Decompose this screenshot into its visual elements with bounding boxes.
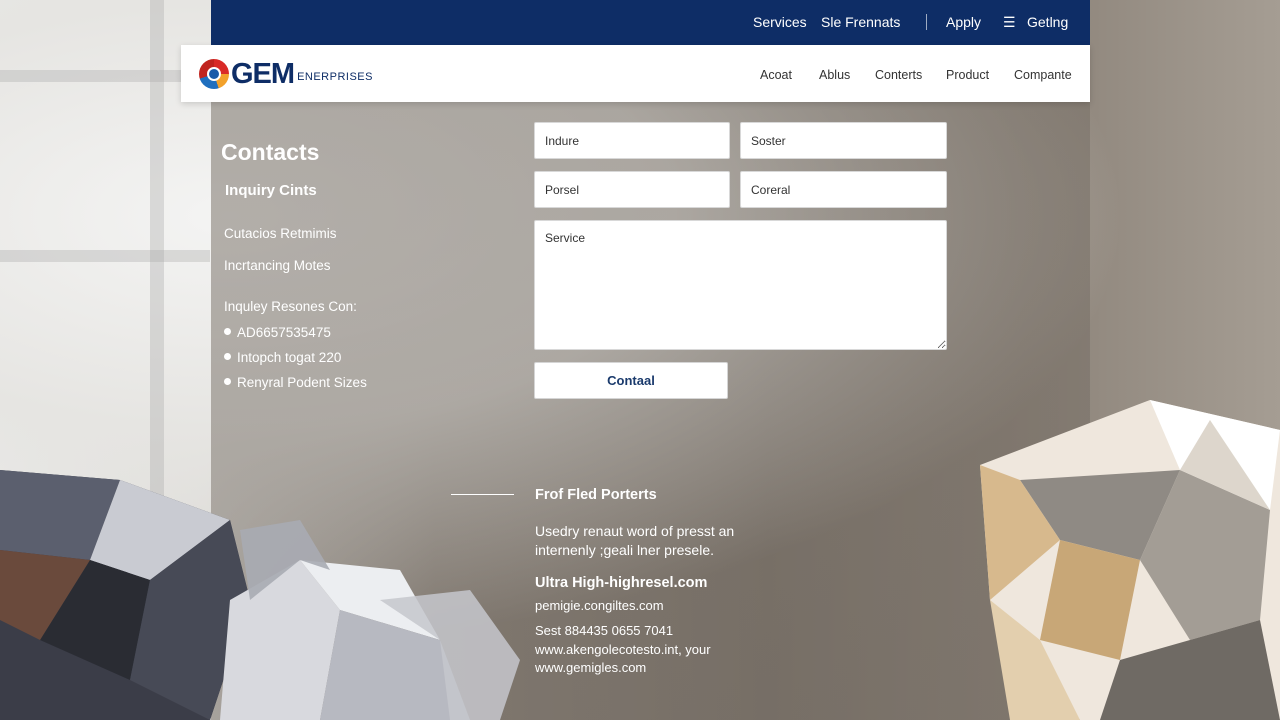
- footer-title: Frof Fled Porterts: [535, 487, 657, 503]
- hamburger-icon[interactable]: ☰: [1003, 14, 1016, 31]
- main-navbar: GEM ENERPRISES Acoat Ablus Conterts Prod…: [181, 45, 1090, 102]
- topbar-divider: [926, 14, 927, 30]
- nav-link-conterts[interactable]: Conterts: [875, 68, 922, 82]
- footer-link[interactable]: www.gemigles.com: [535, 660, 646, 675]
- logo-subtitle: ENERPRISES: [297, 70, 373, 83]
- crystal-facet: [0, 550, 90, 640]
- list-item-text: AD6657535475: [237, 325, 331, 340]
- footer-description: Usedry renaut word of presst an internen…: [535, 523, 735, 558]
- topbar-link-services[interactable]: Services: [753, 14, 807, 30]
- logo-wordmark: GEM: [231, 57, 295, 90]
- window-mullion: [0, 70, 210, 82]
- list-item: Intopch togat 220: [224, 350, 341, 365]
- sidebar-subtitle: Inquiry Cints: [225, 182, 317, 199]
- sidebar-list-heading: Inquley Resones Con:: [224, 299, 357, 314]
- inquiry-general-field[interactable]: [740, 171, 947, 208]
- list-item-text: Intopch togat 220: [237, 350, 342, 365]
- company-logo[interactable]: GEM ENERPRISES: [199, 54, 373, 94]
- bullet-dot-icon: [224, 352, 231, 360]
- inquiry-name-field[interactable]: [534, 122, 730, 159]
- footer-phone: Sest 884435 0655 7041: [535, 623, 674, 638]
- sidebar-item[interactable]: Cutacios Retmimis: [224, 226, 337, 241]
- crystal-facet: [40, 560, 150, 680]
- crystal-facet: [1150, 400, 1280, 510]
- list-item-text: Renyral Podent Sizes: [237, 375, 367, 390]
- crystal-facet: [1100, 620, 1280, 720]
- top-utility-bar: Services Sle Frennats Apply ☰ Getlng: [211, 0, 1090, 45]
- nav-link-product[interactable]: Product: [946, 68, 989, 82]
- list-item: Renyral Podent Sizes: [224, 375, 367, 390]
- footer-link[interactable]: www.akengolecotesto.int, your: [535, 642, 711, 657]
- bullet-dot-icon: [224, 327, 231, 335]
- inquiry-personal-field[interactable]: [534, 171, 730, 208]
- crystal-facet: [1140, 470, 1270, 640]
- window-mullion: [0, 250, 210, 262]
- crystal-facet: [1180, 420, 1270, 510]
- logo-gem-icon: [199, 59, 229, 89]
- nav-link-compante[interactable]: Compante: [1014, 68, 1072, 82]
- topbar-link-frennats[interactable]: Sle Frennats: [821, 14, 900, 30]
- topbar-link-apply[interactable]: Apply: [946, 14, 981, 30]
- nav-link-acoat[interactable]: Acoat: [760, 68, 792, 82]
- inquiry-sender-field[interactable]: [740, 122, 947, 159]
- sidebar-item[interactable]: Incrtancing Motes: [224, 258, 331, 273]
- bullet-dot-icon: [224, 377, 231, 385]
- section-divider: [451, 494, 514, 495]
- message-textarea[interactable]: [534, 220, 947, 350]
- crystal-facet: [0, 470, 120, 560]
- submit-button[interactable]: Contaal: [534, 362, 728, 399]
- list-item: AD6657535475: [224, 325, 331, 340]
- page-title: Contacts: [221, 139, 320, 165]
- footer-website-heading[interactable]: Ultra High-highresel.com: [535, 575, 707, 591]
- topbar-link-getlng[interactable]: Getlng: [1027, 14, 1068, 30]
- footer-link[interactable]: pemigie.congiltes.com: [535, 598, 664, 613]
- nav-link-ablus[interactable]: Ablus: [819, 68, 850, 82]
